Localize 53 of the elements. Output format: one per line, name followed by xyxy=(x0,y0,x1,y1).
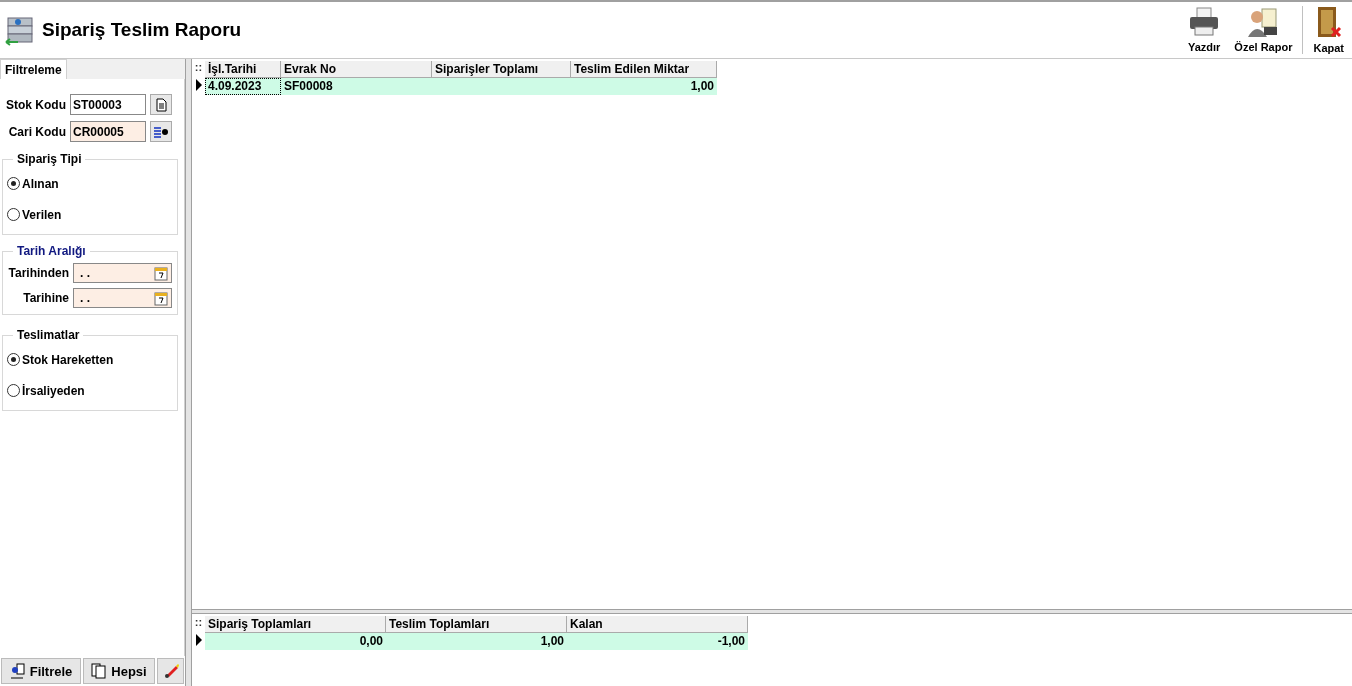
column-header[interactable]: Siparişler Toplamı xyxy=(432,61,571,78)
column-header[interactable]: İşl.Tarihi xyxy=(205,61,281,78)
column-header[interactable]: Teslim Toplamları xyxy=(386,616,567,633)
radio-button[interactable] xyxy=(7,208,20,221)
group-title: Tarih Aralığı xyxy=(13,244,90,258)
grid-corner: :: xyxy=(193,61,204,75)
documents-icon xyxy=(91,663,108,679)
input-field[interactable]: CR00005 xyxy=(70,121,146,142)
calendar-icon xyxy=(153,289,169,306)
toolbar-button[interactable]: Kapat xyxy=(1309,4,1348,56)
field-label: Tarihinden xyxy=(7,265,69,280)
printer-icon xyxy=(1188,7,1221,37)
table-cell: -1,00 xyxy=(567,633,748,650)
toolbar-button[interactable]: Yazdır xyxy=(1183,5,1225,55)
table-cell: 1,00 xyxy=(386,633,567,650)
column-header[interactable]: Teslim Edilen Miktar xyxy=(571,61,717,78)
toolbar-button[interactable]: Özel Rapor xyxy=(1230,5,1297,55)
field-label: Cari Kodu xyxy=(7,124,66,139)
radio-label: Alınan xyxy=(22,176,59,191)
person-document-icon xyxy=(9,663,26,679)
lookup-button[interactable] xyxy=(150,121,172,142)
table-cell: 0,00 xyxy=(205,633,386,650)
action-button[interactable]: Hepsi xyxy=(83,658,155,684)
table-cell: 1,00 xyxy=(571,78,717,95)
radio-label: İrsaliyeden xyxy=(22,383,85,398)
person-clipboard-icon xyxy=(1247,7,1280,37)
group-title: Sipariş Tipi xyxy=(13,152,86,166)
document-icon xyxy=(153,96,169,113)
clear-button[interactable] xyxy=(157,658,184,684)
field-label: Stok Kodu xyxy=(5,97,66,112)
calendar-icon xyxy=(153,264,169,281)
window-title: Sipariş Teslim Raporu xyxy=(42,19,243,41)
column-header[interactable]: Kalan xyxy=(567,616,748,633)
radio-label: Verilen xyxy=(22,207,62,222)
date-field[interactable]: . . xyxy=(73,287,172,308)
door-exit-icon xyxy=(1315,6,1342,38)
stacked-documents-icon xyxy=(4,14,36,46)
input-field[interactable]: ST00003 xyxy=(70,94,146,115)
grid-corner: :: xyxy=(193,616,204,630)
radio-label: Stok Hareketten xyxy=(22,352,114,367)
table-cell: SF00008 xyxy=(281,78,432,95)
radio-button[interactable] xyxy=(7,353,20,366)
column-header[interactable]: Sipariş Toplamları xyxy=(205,616,386,633)
eraser-pen-icon xyxy=(162,663,179,679)
tab[interactable]: Filtreleme xyxy=(0,59,67,79)
column-header[interactable]: Evrak No xyxy=(281,61,432,78)
group-title: Teslimatlar xyxy=(13,328,84,342)
field-label: Tarihine xyxy=(22,290,69,305)
date-field[interactable]: . . xyxy=(73,262,172,283)
radio-button[interactable] xyxy=(7,384,20,397)
radio-button[interactable] xyxy=(7,177,20,190)
table-cell: 4.09.2023 xyxy=(205,78,281,95)
action-button[interactable]: Filtrele xyxy=(1,658,81,684)
